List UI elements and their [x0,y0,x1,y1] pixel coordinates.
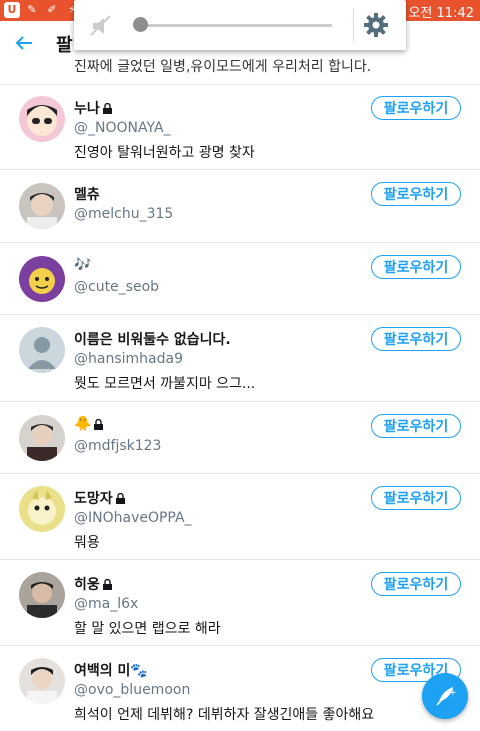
user-bio: 뭣도 모르면서 까불지마 으그... [74,376,256,392]
status-right: 오전 11:42 [395,2,474,21]
user-bio: 진영아 탈워너원하고 광명 찾자 [74,145,255,161]
avatar[interactable] [19,183,65,229]
volume-slider-track[interactable] [140,24,332,27]
partial-bio-text: 진짜에 글었던 일병,유이모드에게 우리처리 합니다. [74,59,372,75]
avatar[interactable] [19,327,65,373]
mute-icon[interactable] [88,13,114,39]
avatar[interactable] [19,486,65,532]
user-name: 도망자 [74,488,125,508]
user-name: 🐥 [74,416,104,432]
gear-icon[interactable] [363,12,389,38]
list-item[interactable]: 🎶 @cute_seob 팔로우하기 [0,243,480,315]
follow-button[interactable]: 팔로우하기 [371,96,461,120]
user-handle: @INOhaveOPPA_ [74,510,192,526]
list-item[interactable]: 히웅 @ma_l6x 할 말 있으면 랩으로 해라 팔로우하기 [0,560,480,646]
feather-compose-icon: + [436,687,457,706]
user-name: 이름은 비워둘수 없습니다. [74,329,231,349]
user-list: 누나 @_NOONAYA_ 진영아 탈워너원하고 광명 찾자 팔로우하기 멜츄 … [0,84,480,731]
volume-slider-thumb[interactable] [133,17,148,32]
user-handle: @hansimhada9 [74,351,183,367]
user-name-text: 멜츄 [74,187,100,203]
user-name: 누나 [74,98,112,118]
follow-button[interactable]: 팔로우하기 [371,572,461,596]
user-handle: @_NOONAYA_ [74,120,171,136]
user-name: 🎶 [74,257,91,273]
user-bio: 할 말 있으면 랩으로 해라 [74,621,221,637]
user-name: 히웅 [74,574,112,594]
user-name-text: 여백의 미🐾 [74,663,148,679]
avatar[interactable] [19,415,65,461]
user-name: 여백의 미🐾 [74,660,148,680]
avatar[interactable] [19,572,65,618]
avatar[interactable] [19,658,65,704]
user-name-text: 🐥 [74,416,92,432]
follow-button[interactable]: 팔로우하기 [371,182,461,206]
user-bio: 희석이 언제 데뷔해? 데뷔하자 잘생긴애들 좋아해요 [74,707,375,723]
follow-button[interactable]: 팔로우하기 [371,327,461,351]
clock: 오전 11:42 [408,6,474,21]
avatar[interactable] [19,96,65,142]
follow-button[interactable]: 팔로우하기 [371,486,461,510]
follow-button[interactable]: 팔로우하기 [371,414,461,438]
user-handle: @melchu_315 [74,206,174,222]
app-notification-icon: U [4,2,20,18]
lock-icon [115,492,125,504]
list-item[interactable]: 이름은 비워둘수 없습니다. @hansimhada9 뭣도 모르면서 까불지마… [0,315,480,402]
user-name-text: 🎶 [74,257,92,273]
user-bio: 뭐용 [74,535,100,551]
notification-icons: U ✎ ✐ ⚡ [4,2,80,18]
list-item[interactable]: 여백의 미🐾 @ovo_bluemoon 희석이 언제 데뷔해? 데뷔하자 잘생… [0,646,480,731]
user-name-text: 누나 [74,101,100,117]
user-name-text: 이름은 비워둘수 없습니다. [74,332,231,348]
avatar[interactable] [19,256,65,302]
lock-icon [102,102,112,114]
user-handle: @ma_l6x [74,596,139,612]
volume-popup [74,0,406,50]
follow-button[interactable]: 팔로우하기 [371,255,461,279]
tool-notification-icon: ✎ [27,3,37,16]
list-item[interactable]: 🐥 @mdfjsk123 팔로우하기 [0,402,480,474]
user-handle: @cute_seob [74,279,160,295]
divider [353,8,354,42]
lock-icon [102,578,112,590]
list-item[interactable]: 멜츄 @melchu_315 팔로우하기 [0,170,480,243]
lock-icon [94,418,104,430]
list-item[interactable]: 누나 @_NOONAYA_ 진영아 탈워너원하고 광명 찾자 팔로우하기 [0,84,480,170]
page-title: 팔 [56,35,73,56]
user-handle: @mdfjsk123 [74,438,162,454]
user-name: 멜츄 [74,184,100,204]
pen-notification-icon: ✐ [47,3,57,16]
svg-text:+: + [449,688,457,698]
user-name-text: 히웅 [74,577,100,593]
list-item[interactable]: 도망자 @INOhaveOPPA_ 뭐용 팔로우하기 [0,474,480,560]
compose-tweet-button[interactable]: + [422,673,468,719]
user-name-text: 도망자 [74,491,113,507]
user-handle: @ovo_bluemoon [74,682,191,698]
back-arrow-icon[interactable] [12,31,36,55]
